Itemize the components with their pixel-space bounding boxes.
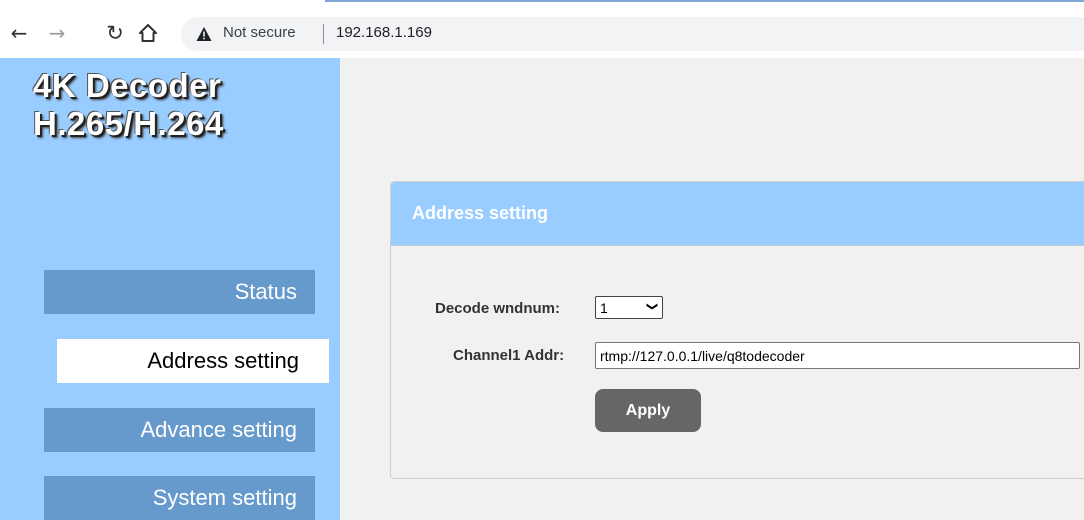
channel1-addr-label: Channel1 Addr: [453,347,565,364]
warning-icon[interactable] [196,26,212,42]
nav-advance-setting-button[interactable]: Advance setting [44,408,315,452]
address-bar[interactable] [181,17,1084,51]
brand-logo: 4K Decoder H.265/H.264 [33,67,224,143]
omnibox-divider [323,24,324,44]
decode-wndnum-label: Decode wndnum: [435,300,561,317]
nav-system-setting-button[interactable]: System setting [44,476,315,520]
brand-line-2: H.265/H.264 [33,105,224,142]
home-icon[interactable] [137,22,159,44]
panel-title: Address setting [412,203,549,223]
brand-line-1: 4K Decoder [33,67,222,104]
active-tab-edge [325,0,1084,11]
url-text[interactable]: 192.168.1.169 [336,24,432,41]
reload-icon[interactable]: ↻ [104,22,126,44]
decode-wndnum-value: 1 [600,299,608,316]
nav-status-button[interactable]: Status [44,270,315,314]
decode-wndnum-select[interactable]: 1 ❯ [595,296,663,319]
nav-address-setting-button[interactable]: Address setting [57,339,329,383]
security-label[interactable]: Not secure [223,24,296,41]
channel1-addr-input[interactable]: rtmp://127.0.0.1/live/q8todecoder [595,342,1080,369]
chevron-down-icon: ❯ [645,301,659,312]
apply-button[interactable]: Apply [595,389,701,432]
arrow-left-icon[interactable]: ← [8,22,30,44]
arrow-right-icon[interactable]: → [46,22,68,44]
